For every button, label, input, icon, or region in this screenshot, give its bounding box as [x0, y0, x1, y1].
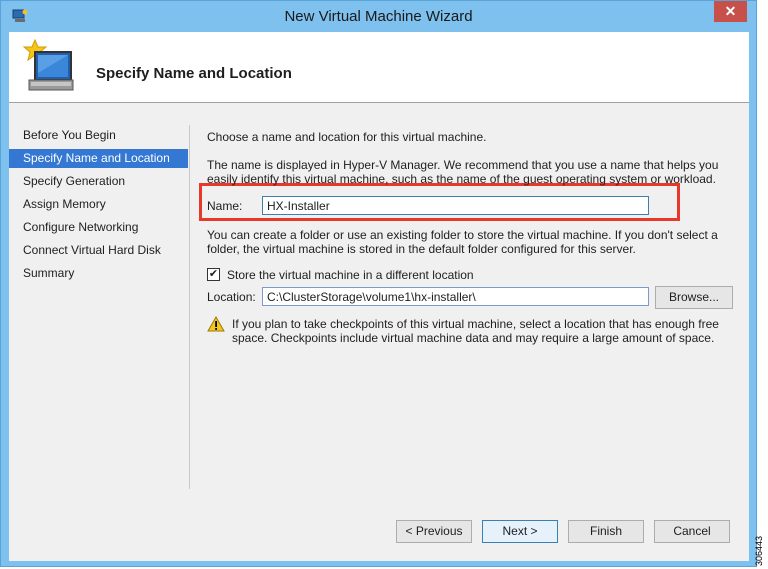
nav-item-configure-networking[interactable]: Configure Networking — [9, 218, 188, 237]
store-location-label[interactable]: Store the virtual machine in a different… — [227, 268, 474, 282]
nav-divider — [189, 125, 190, 489]
checkpoint-warning-text: If you plan to take checkpoints of this … — [232, 317, 719, 345]
wizard-header: Specify Name and Location — [9, 32, 749, 103]
figure-id-label: 306443 — [754, 535, 764, 566]
browse-button[interactable]: Browse... — [655, 286, 733, 309]
wizard-window: New Virtual Machine Wizard ✕ Specify Nam… — [0, 0, 757, 567]
finish-button[interactable]: Finish — [568, 520, 644, 543]
virtual-machine-wizard-icon — [22, 38, 74, 91]
folder-help-text: You can create a folder or use an existi… — [207, 228, 718, 256]
intro-text: Choose a name and location for this virt… — [207, 130, 487, 144]
close-button[interactable]: ✕ — [714, 1, 747, 22]
nav-item-assign-memory[interactable]: Assign Memory — [9, 195, 188, 214]
location-input[interactable] — [262, 287, 649, 306]
nav-item-before-you-begin[interactable]: Before You Begin — [9, 126, 188, 145]
name-label: Name: — [207, 199, 243, 213]
page-title: Specify Name and Location — [96, 65, 292, 82]
title-bar: New Virtual Machine Wizard ✕ — [1, 1, 756, 33]
name-help-text: The name is displayed in Hyper-V Manager… — [207, 158, 719, 186]
next-button[interactable]: Next > — [482, 520, 558, 543]
name-input[interactable] — [262, 196, 649, 215]
previous-button[interactable]: < Previous — [396, 520, 472, 543]
window-title: New Virtual Machine Wizard — [284, 8, 473, 25]
wizard-client-area: Specify Name and Location Before You Beg… — [9, 32, 749, 561]
checkmark-icon: ✔ — [208, 268, 219, 280]
store-location-checkbox[interactable]: ✔ — [207, 268, 220, 281]
nav-item-specify-name-and-location[interactable]: Specify Name and Location — [9, 149, 188, 168]
nav-item-summary[interactable]: Summary — [9, 264, 188, 283]
nav-item-specify-generation[interactable]: Specify Generation — [9, 172, 188, 191]
warning-icon — [207, 316, 225, 332]
cancel-button[interactable]: Cancel — [654, 520, 730, 543]
nav-item-connect-virtual-hard-disk[interactable]: Connect Virtual Hard Disk — [9, 241, 188, 260]
location-label: Location: — [207, 290, 256, 304]
